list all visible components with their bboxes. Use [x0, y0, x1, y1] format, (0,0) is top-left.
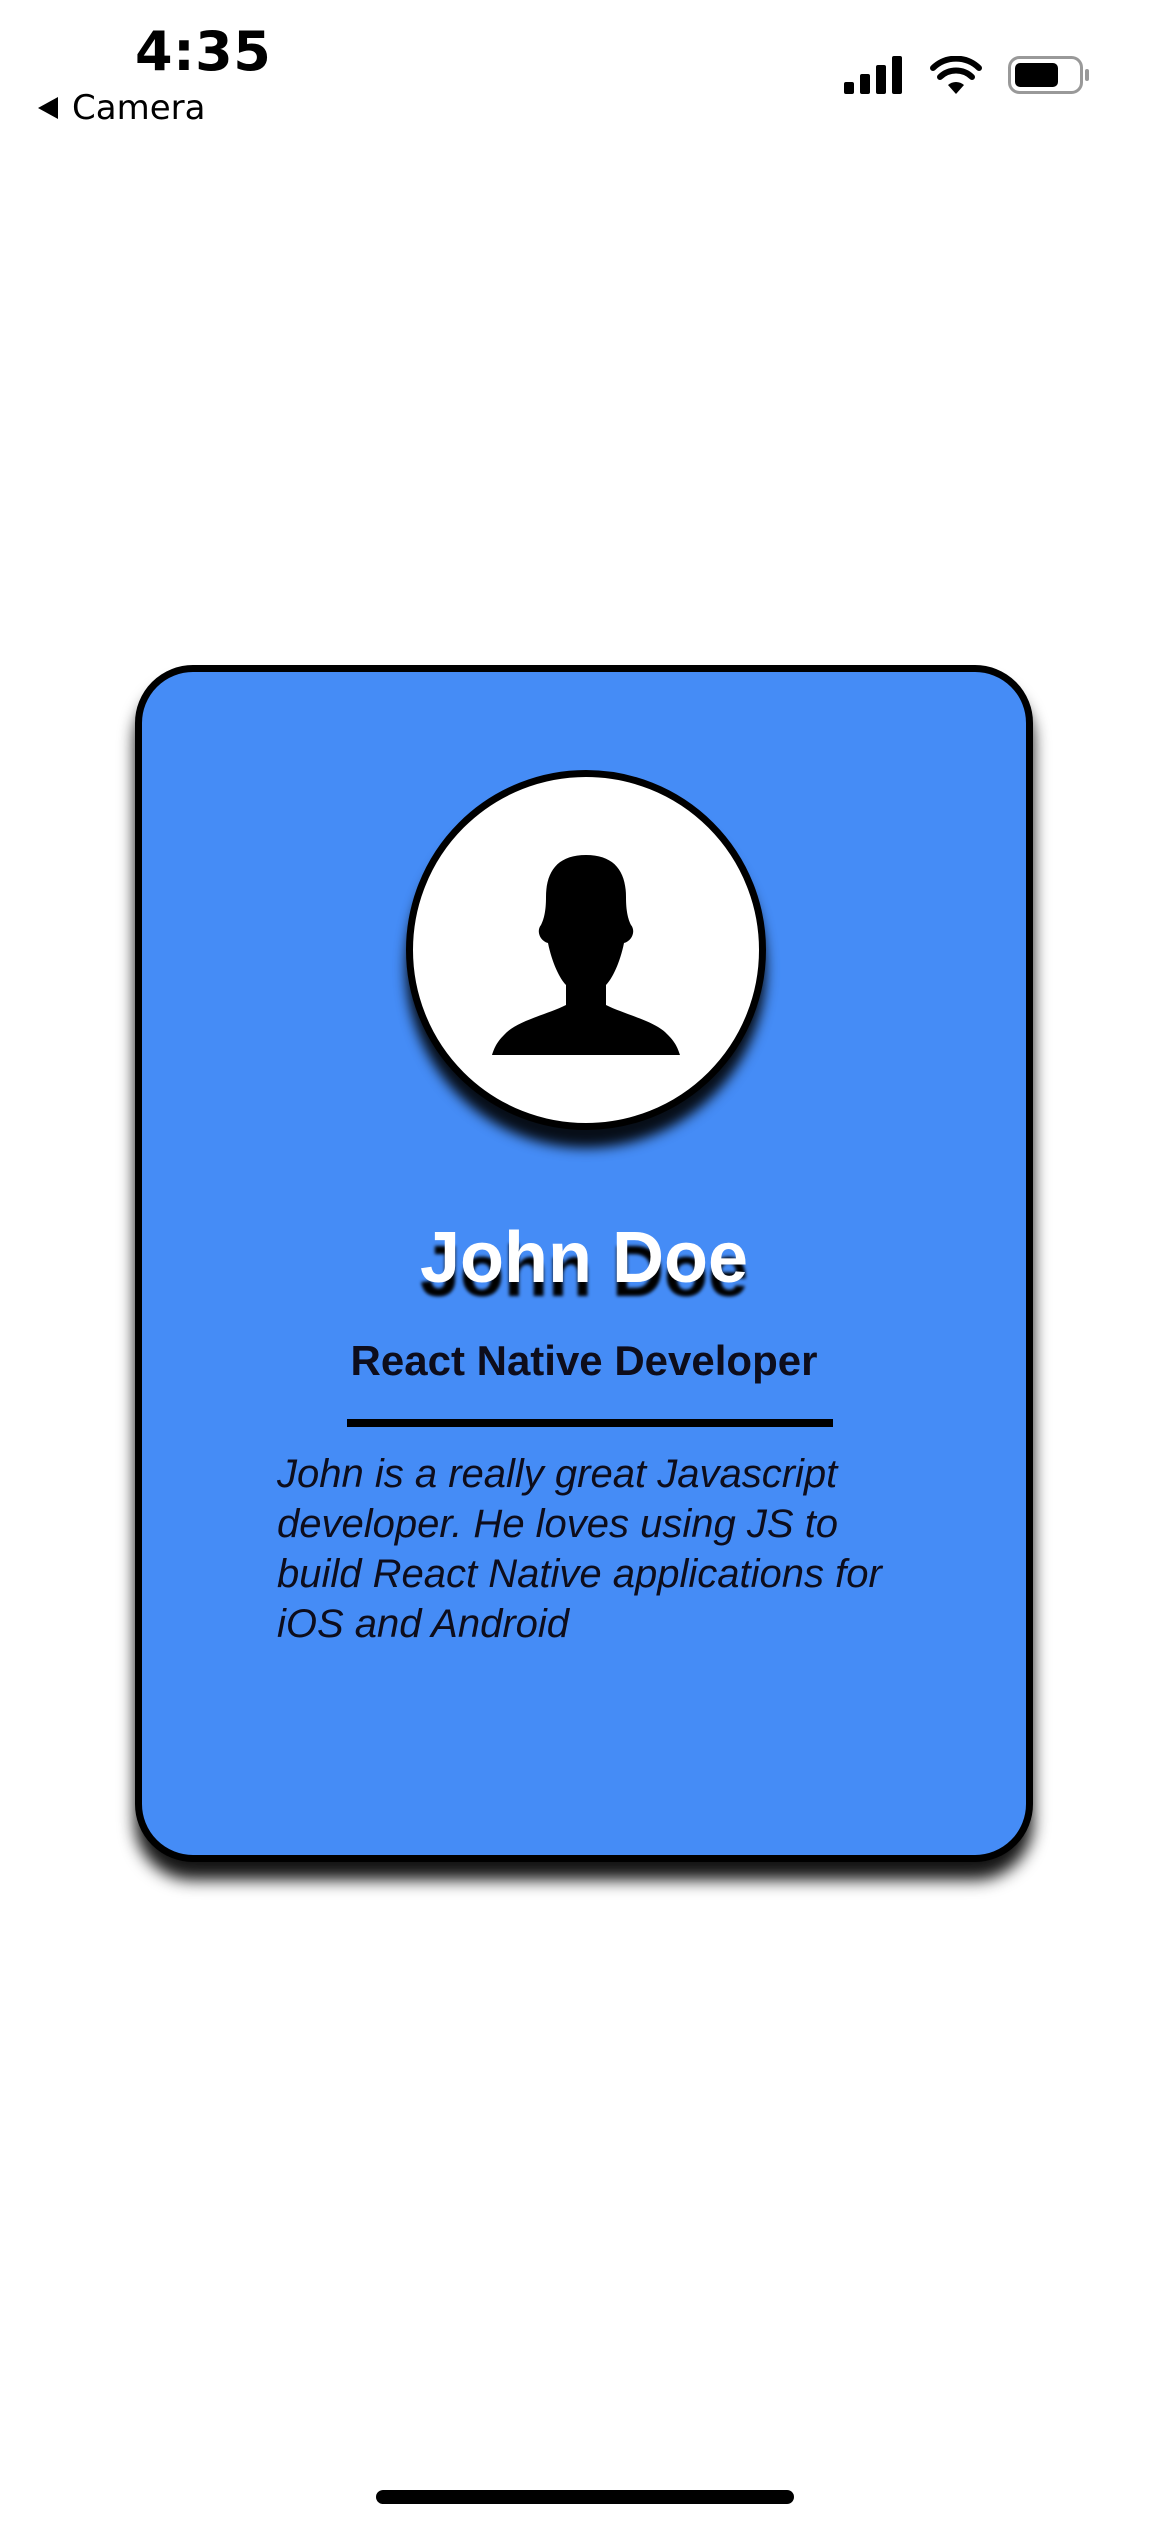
profile-job-title: React Native Developer [350, 1337, 818, 1384]
back-to-camera-link[interactable]: Camera [38, 88, 205, 128]
back-arrow-icon [38, 97, 58, 119]
profile-bio: John is a really great Javascript develo… [277, 1452, 882, 1646]
cellular-signal-icon [844, 56, 902, 94]
wifi-icon [930, 56, 982, 94]
status-time: 4:35 [135, 20, 272, 83]
back-link-label: Camera [72, 88, 206, 128]
home-indicator[interactable] [376, 2490, 794, 2504]
person-silhouette-icon [492, 855, 680, 1055]
profile-name: John Doe [419, 1218, 748, 1298]
status-icons [844, 56, 1090, 94]
profile-card: John Doe React Native Developer John is … [135, 665, 1033, 1862]
battery-icon [1008, 56, 1089, 94]
avatar [406, 770, 766, 1130]
divider [347, 1419, 833, 1427]
